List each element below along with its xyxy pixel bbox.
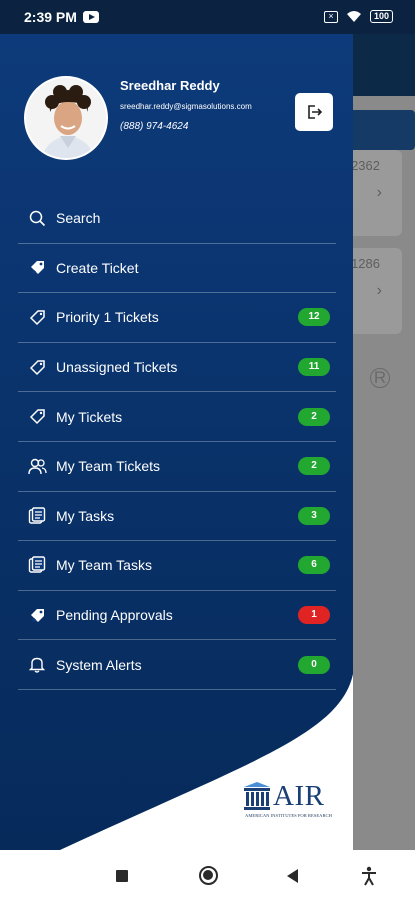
ticket-number: 1286 [351,256,380,271]
tasks-icon [27,506,47,526]
menu-item-create-ticket[interactable]: Create Ticket [18,244,336,294]
drawer-menu: Search Create Ticket Priority 1 Tickets … [18,194,336,690]
menu-item-label: Pending Approvals [56,607,173,624]
menu-item-label: Search [56,210,101,227]
count-badge: 11 [298,358,330,377]
status-time: 2:39 PM [24,9,77,25]
team-icon [27,456,47,476]
menu-item-unassigned-tickets[interactable]: Unassigned Tickets 11 [18,343,336,393]
menu-item-system-alerts[interactable]: System Alerts 0 [18,640,336,690]
accessibility-icon[interactable] [361,866,377,886]
count-badge: 2 [298,457,330,476]
battery-icon: 100 [369,10,393,23]
menu-item-my-team-tasks[interactable]: My Team Tasks 6 [18,541,336,591]
menu-item-label: My Team Tasks [56,557,152,574]
user-email: sreedhar.reddy@sigmasolutions.com [120,102,252,111]
air-logo-tagline: AMERICAN INSTITUTES FOR RESEARCH [245,813,332,818]
tag-icon [27,357,47,377]
bell-icon [27,655,47,675]
menu-item-label: System Alerts [56,656,142,673]
menu-item-my-tickets[interactable]: My Tickets 2 [18,392,336,442]
menu-item-my-team-tickets[interactable]: My Team Tickets 2 [18,442,336,492]
logout-button[interactable] [295,93,333,131]
air-logo: AIR AMERICAN INSTITUTES FOR RESEARCH [243,780,339,824]
count-badge: 6 [298,556,330,575]
no-sim-icon: × [323,10,338,23]
navigation-drawer: Sreedhar Reddy sreedhar.reddy@sigmasolut… [0,34,353,850]
air-logo-mark-icon [244,782,270,810]
recent-apps-button[interactable] [116,870,128,882]
system-navigation-bar [0,850,415,900]
menu-item-pending-approvals[interactable]: Pending Approvals 1 [18,591,336,641]
avatar [24,76,108,160]
menu-item-my-tasks[interactable]: My Tasks 3 [18,492,336,542]
chevron-right-icon: › [376,184,382,201]
back-button[interactable] [287,869,298,883]
count-badge: 0 [298,655,330,674]
count-badge: 2 [298,407,330,426]
tag-icon [27,307,47,327]
logout-icon [308,105,323,119]
status-indicators: × 100 [323,10,393,23]
menu-item-label: Create Ticket [56,259,139,276]
user-phone[interactable]: (888) 974-4624 [120,121,188,132]
air-logo-text: AIR [273,780,325,812]
menu-item-search[interactable]: Search [18,194,336,244]
youtube-notification-icon [83,11,99,23]
search-icon [27,208,47,228]
ticket-number: 2362 [351,158,380,173]
menu-item-label: Unassigned Tickets [56,359,178,376]
user-name: Sreedhar Reddy [120,78,220,93]
home-button[interactable] [199,866,218,885]
status-bar: 2:39 PM × 100 [0,0,415,34]
ticket-plus-icon [27,258,47,278]
count-badge: 12 [298,308,330,327]
chevron-right-icon: › [376,282,382,299]
menu-item-label: My Tasks [56,507,115,524]
tasks-icon [27,555,47,575]
ticket-plus-icon [27,605,47,625]
count-badge: 3 [298,506,330,525]
count-badge: 1 [298,606,330,625]
menu-item-priority-1-tickets[interactable]: Priority 1 Tickets 12 [18,293,336,343]
tag-icon [27,407,47,427]
menu-item-label: Priority 1 Tickets [56,309,159,326]
registered-mark-icon: R [370,368,390,388]
wifi-icon [346,11,361,22]
menu-item-label: My Team Tickets [56,458,160,475]
menu-item-label: My Tickets [56,408,123,425]
